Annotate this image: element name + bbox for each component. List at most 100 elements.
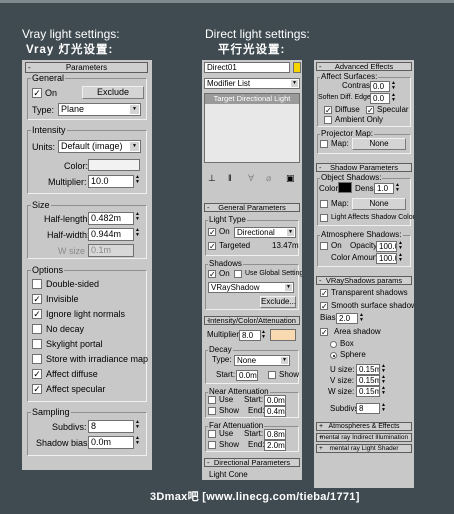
vray-shadow-bias-field[interactable]: 0.0m [88,436,134,449]
shadow-color-swatch[interactable] [338,182,352,193]
subdivs-field[interactable]: 8 [356,403,380,414]
spinner-icon[interactable]: ▲ ▼ [135,420,140,431]
spinner-icon[interactable]: ▲ ▼ [261,330,266,341]
vray-multiplier-label: Multiplier: [48,177,87,187]
smooth-shadows-checkbox[interactable]: ✓ [320,302,328,311]
spinner-icon[interactable]: ▲ ▼ [398,253,403,264]
spinner-icon[interactable]: ▲ ▼ [135,436,140,447]
projector-map-button[interactable]: None [352,138,406,150]
spinner-icon[interactable]: ▲ ▼ [391,93,396,104]
decay-start-field[interactable]: 0.0m [236,370,258,381]
object-name-field[interactable]: Direct01 [204,62,290,73]
diffuse-checkbox[interactable]: ✓ [324,106,332,115]
vray-option-checkbox[interactable] [32,339,42,349]
multiplier-field[interactable]: 8.0 [239,330,261,341]
vray-on-checkbox[interactable]: ✓ [32,88,42,98]
spinner-icon[interactable]: ▲ ▼ [135,175,140,186]
vray-subdivs-field[interactable]: 8 [88,420,134,433]
color-amount-field[interactable]: 100.0 [376,253,397,264]
object-color-swatch[interactable] [293,62,301,73]
decay-type-dropdown[interactable]: None ▼ [234,355,290,366]
unique-icon[interactable]: ∀ [248,173,254,184]
far-show-checkbox[interactable] [208,441,216,449]
vray-option-checkbox[interactable]: ✓ [32,384,42,394]
vray-units-dropdown[interactable]: Default (image) ▼ [58,140,141,153]
global-settings-checkbox[interactable] [234,270,242,278]
vray-option-checkbox[interactable]: ✓ [32,309,42,319]
projector-map-checkbox[interactable] [320,140,328,148]
near-end-field[interactable]: 0.4m [264,406,286,417]
spinner-icon[interactable]: ▲ ▼ [135,228,140,239]
pin-icon[interactable]: ⊥ [208,173,216,184]
rollout-general-parameters[interactable]: - General Parameters [204,203,300,212]
vray-option-checkbox[interactable] [32,324,42,334]
near-use-checkbox[interactable] [208,396,216,404]
configure-icon[interactable]: ▣ [286,173,295,184]
u-size-field[interactable]: 0.15m [356,364,380,375]
rollout-atmospheres-effects[interactable]: + Atmospheres & Effects [316,422,412,431]
spinner-icon[interactable]: ▲ ▼ [381,386,386,397]
specular-checkbox[interactable]: ✓ [366,106,374,115]
vray-rollout-parameters[interactable]: - Parameters [25,62,148,73]
near-use-label: Use [219,395,234,404]
vray-color-swatch[interactable] [88,159,140,171]
rollout-shadow-parameters[interactable]: - Shadow Parameters [316,163,412,172]
opacity-field[interactable]: 100.0 [376,241,397,252]
rollout-directional-parameters[interactable]: - Directional Parameters [204,458,300,467]
rollout-intensity-color[interactable]: - Intensity/Color/Attenuation [204,316,300,325]
soften-field[interactable]: 0.0 [370,93,390,104]
rollout-mentalray-indirect[interactable]: + mental ray Indirect Illumination [316,433,412,442]
box-radio[interactable] [330,341,337,348]
rollout-vrayshadows-params[interactable]: - VRayShadows params [316,276,412,285]
sphere-radio[interactable] [330,352,337,359]
transparent-shadows-checkbox[interactable]: ✓ [320,289,328,298]
shadow-type-dropdown[interactable]: VRayShadow ▼ [208,282,294,293]
vray-option-checkbox[interactable] [32,279,42,289]
vray-options-title: Options [31,265,65,275]
remove-modifier-icon[interactable]: ⌀ [266,173,271,184]
near-start-field[interactable]: 0.0m [264,395,286,406]
stack-item[interactable]: Target Directional Light [205,94,299,104]
rollout-advanced-effects[interactable]: - Advanced Effects [316,62,412,71]
spinner-icon[interactable]: ▲ ▼ [391,81,396,92]
vray-type-dropdown[interactable]: Plane ▼ [58,103,141,116]
far-end-field[interactable]: 2.0m [264,440,286,451]
exclude-button[interactable]: Exclude... [260,296,296,308]
v-size-field[interactable]: 0.15m [356,375,380,386]
light-on-checkbox[interactable]: ✓ [208,228,216,237]
spinner-icon[interactable]: ▲ ▼ [398,241,403,252]
vray-multiplier-field[interactable]: 10.0 [88,175,134,188]
vray-exclude-button[interactable]: Exclude [82,86,144,99]
vray-option-checkbox[interactable]: ✓ [32,294,42,304]
contrast-field[interactable]: 0.0 [370,81,390,92]
vray-option-label: Affect specular [46,384,106,394]
vray-half-length-field[interactable]: 0.482m [88,212,134,225]
targeted-checkbox[interactable]: ✓ [208,242,216,251]
light-affects-shadow-checkbox[interactable] [320,214,328,222]
atmosphere-on-checkbox[interactable] [320,242,328,250]
vray-option-checkbox[interactable]: ✓ [32,369,42,379]
light-type-dropdown[interactable]: Directional ▼ [234,227,296,238]
shadow-map-button[interactable]: None [352,198,406,210]
modifier-list-dropdown[interactable]: Modifier List ▼ [204,78,300,89]
spinner-icon[interactable]: ▲ ▼ [381,403,386,414]
spinner-icon[interactable]: ▲ ▼ [359,313,364,324]
shadow-map-checkbox[interactable] [320,200,328,208]
vray-half-width-field[interactable]: 0.944m [88,228,134,241]
shadows-on-checkbox[interactable]: ✓ [208,270,216,279]
far-use-checkbox[interactable] [208,430,216,438]
show-end-icon[interactable]: ‖ [228,173,232,183]
near-show-checkbox[interactable] [208,407,216,415]
light-color-swatch[interactable] [270,329,296,341]
bias-field[interactable]: 2.0 [336,313,358,324]
area-shadow-checkbox[interactable]: ✓ [320,328,328,337]
decay-show-checkbox[interactable] [268,371,276,379]
spinner-icon[interactable]: ▲ ▼ [395,183,400,194]
rollout-mentalray-shader[interactable]: + mental ray Light Shader [316,444,412,453]
ambient-only-checkbox[interactable] [324,116,332,124]
far-start-field[interactable]: 0.8m [264,429,286,440]
spinner-icon[interactable]: ▲ ▼ [135,212,140,223]
shadow-dens-field[interactable]: 1.0 [374,183,394,194]
w-size-field[interactable]: 0.15m [356,386,380,397]
vray-option-checkbox[interactable] [32,354,42,364]
